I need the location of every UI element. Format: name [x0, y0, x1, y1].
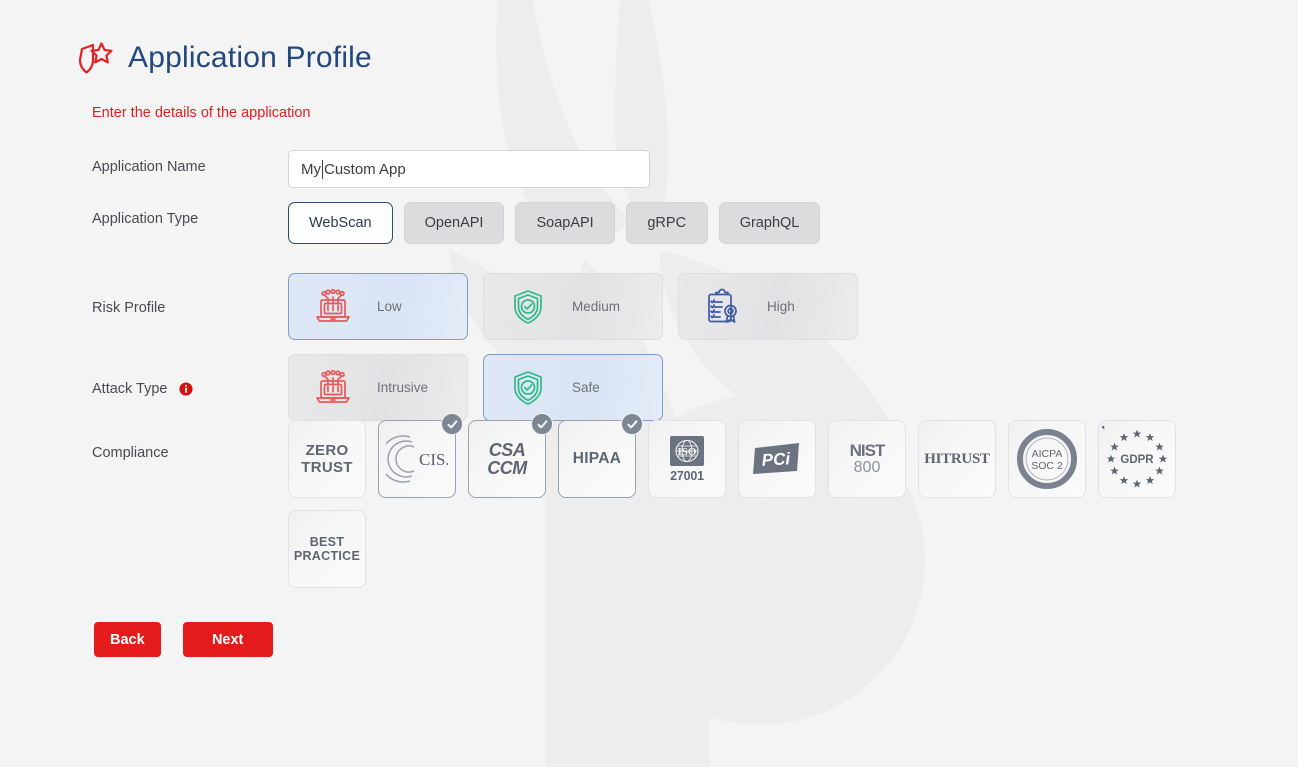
application-profile-form: Application Name My Custom App Applicatio…	[92, 150, 1198, 600]
page-subtitle: Enter the details of the application	[92, 105, 311, 121]
attack-option-intrusive-label: Intrusive	[377, 380, 429, 395]
compliance-badge-iso-27001[interactable]: ISO 27001	[648, 420, 726, 498]
attack-type-label: Attack Type	[92, 354, 288, 397]
shield-check-icon	[484, 286, 572, 328]
attack-option-safe-label: Safe	[572, 380, 600, 395]
application-type-options: WebScan OpenAPI SoapAPI gRPC GraphQL	[288, 202, 821, 244]
risk-option-high-label: High	[767, 299, 795, 314]
compliance-badge-gdpr[interactable]: GDPR	[1098, 420, 1176, 498]
clipboard-badge-icon	[679, 286, 767, 328]
compliance-badge-best-practice[interactable]: BEST PRACTICE	[288, 510, 366, 588]
svg-text:ISO: ISO	[678, 446, 697, 458]
text-caret	[322, 159, 323, 179]
laptop-intrusion-icon	[289, 286, 377, 328]
form-actions: Back Next	[94, 622, 273, 657]
application-name-value-before-caret: My	[301, 160, 321, 178]
row-risk-profile: Risk Profile Low Medium High	[92, 273, 1198, 354]
pci-logo-icon: PCi	[753, 443, 799, 474]
laptop-intrusion-icon	[289, 367, 377, 409]
compliance-options: ZERO TRUST CIS. CSA CCM HIPAA ISO 27001 …	[288, 413, 1198, 600]
app-type-option-webscan[interactable]: WebScan	[288, 202, 393, 244]
check-icon	[621, 413, 643, 435]
application-name-input[interactable]: My Custom App	[288, 150, 650, 188]
page-header: Application Profile	[76, 38, 372, 78]
check-icon	[531, 413, 553, 435]
risk-profile-label: Risk Profile	[92, 300, 166, 316]
row-compliance: Compliance ZERO TRUST CIS. CSA CCM HIPAA…	[92, 413, 1198, 600]
page-title: Application Profile	[128, 41, 372, 74]
risk-option-high[interactable]: High	[678, 273, 858, 340]
next-button[interactable]: Next	[182, 622, 273, 657]
risk-option-low-label: Low	[377, 299, 402, 314]
app-type-option-graphql[interactable]: GraphQL	[718, 202, 821, 244]
shield-star-icon	[78, 42, 113, 74]
compliance-badge-pci[interactable]: PCi	[738, 420, 816, 498]
aicpa-soc2-logo-icon: AICPA SOC 2	[1017, 429, 1077, 489]
app-type-option-soapapi[interactable]: SoapAPI	[515, 202, 615, 244]
compliance-badge-nist-800[interactable]: NIST 800	[828, 420, 906, 498]
svg-text:AICPA: AICPA	[1032, 448, 1063, 460]
svg-text:PCi: PCi	[761, 449, 792, 470]
compliance-badge-cis[interactable]: CIS.	[378, 413, 463, 498]
gdpr-logo-icon: GDPR	[1102, 426, 1168, 488]
compliance-badge-zero-trust[interactable]: ZERO TRUST	[288, 420, 366, 498]
compliance-label: Compliance	[92, 445, 169, 461]
risk-option-low[interactable]: Low	[288, 273, 468, 340]
compliance-badge-hitrust[interactable]: HITRUST	[918, 420, 996, 498]
compliance-badge-zero-trust-label: ZERO TRUST	[301, 441, 353, 476]
compliance-badge-csa-ccm-label: CSA CCM	[487, 440, 527, 478]
svg-text:GDPR: GDPR	[1120, 454, 1154, 466]
cis-logo-icon: CIS.	[386, 435, 448, 483]
compliance-badge-csa-ccm[interactable]: CSA CCM	[468, 413, 553, 498]
compliance-badge-aicpa-soc2[interactable]: AICPA SOC 2	[1008, 420, 1086, 498]
risk-option-medium[interactable]: Medium	[483, 273, 663, 340]
row-attack-type: Attack Type Intrusive Safe	[92, 354, 1198, 421]
check-icon	[441, 413, 463, 435]
app-type-option-grpc[interactable]: gRPC	[625, 202, 708, 244]
application-name-label: Application Name	[92, 159, 206, 175]
attack-type-label-text: Attack Type	[92, 381, 168, 397]
attack-option-safe[interactable]: Safe	[483, 354, 663, 421]
back-button[interactable]: Back	[94, 622, 161, 657]
compliance-badge-hitrust-label: HITRUST	[924, 450, 990, 467]
risk-option-medium-label: Medium	[572, 299, 621, 314]
compliance-badge-best-practice-label: BEST PRACTICE	[293, 534, 361, 563]
app-type-option-openapi[interactable]: OpenAPI	[403, 202, 505, 244]
nist-logo-icon: NIST 800	[849, 440, 886, 476]
application-type-label: Application Type	[92, 211, 199, 227]
application-profile-page: Application Profile Enter the details of…	[0, 0, 1298, 767]
shield-check-icon	[484, 367, 572, 409]
iso-logo-icon: ISO 27001	[670, 435, 704, 483]
svg-text:SOC 2: SOC 2	[1031, 460, 1063, 472]
row-application-name: Application Name My Custom App	[92, 150, 1198, 202]
risk-profile-options: Low Medium High	[288, 273, 858, 340]
application-name-value-after-caret: Custom App	[324, 160, 406, 178]
svg-text:CIS.: CIS.	[419, 450, 448, 469]
attack-option-intrusive[interactable]: Intrusive	[288, 354, 468, 421]
attack-type-options: Intrusive Safe	[288, 354, 663, 421]
info-icon[interactable]	[178, 382, 193, 396]
compliance-badge-hipaa-label: HIPAA	[572, 450, 622, 468]
row-application-type: Application Type WebScan OpenAPI SoapAPI…	[92, 202, 1198, 273]
compliance-badge-hipaa[interactable]: HIPAA	[558, 413, 643, 498]
